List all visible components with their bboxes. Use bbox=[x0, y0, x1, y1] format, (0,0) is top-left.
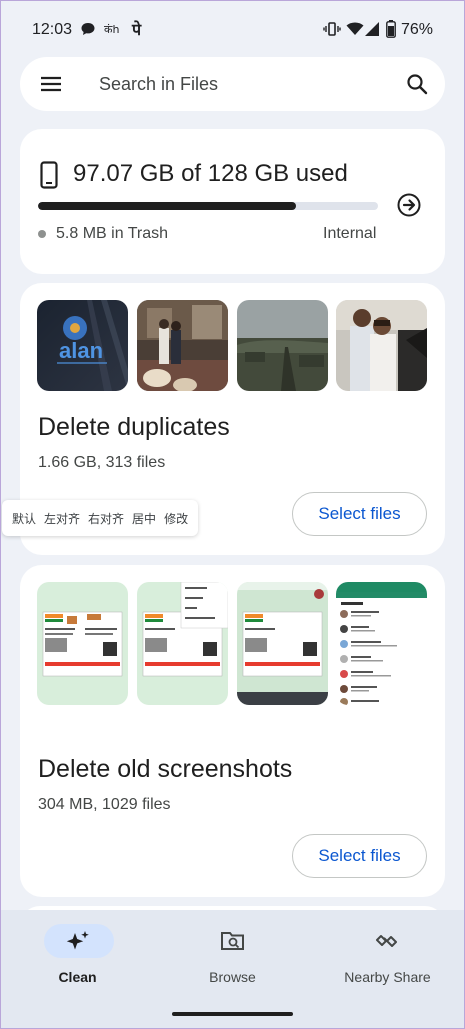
popup-option-edit[interactable]: 修改 bbox=[164, 510, 188, 527]
vibrate-icon bbox=[323, 20, 341, 38]
hindi-char-icon: पे bbox=[132, 20, 142, 39]
duplicates-title: Delete duplicates bbox=[38, 413, 230, 441]
phone-storage-icon bbox=[40, 161, 58, 194]
text-align-popup: 默认 左对齐 右对齐 居中 修改 bbox=[2, 500, 198, 536]
storage-card[interactable]: 97.07 GB of 128 GB used 5.8 MB in Trash … bbox=[20, 129, 445, 274]
thumbnail-alan-logo[interactable]: alan bbox=[37, 300, 128, 391]
thumbnail-couple-portrait[interactable] bbox=[336, 300, 427, 391]
thumbnail-document-menu-screenshot[interactable] bbox=[137, 582, 228, 705]
sparkle-icon bbox=[0, 930, 155, 952]
popup-option-default[interactable]: 默认 bbox=[12, 510, 36, 527]
screenshots-title: Delete old screenshots bbox=[38, 755, 293, 783]
thumbnail-landscape-road[interactable] bbox=[237, 300, 328, 391]
trash-size-text: 5.8 MB in Trash bbox=[56, 225, 169, 242]
status-bar: 12:03 कंh पे 76% bbox=[0, 0, 465, 60]
storage-progress-bar bbox=[38, 202, 378, 210]
nav-browse[interactable]: Browse bbox=[155, 910, 310, 1010]
thumbnail-whatsapp-archived-screenshot[interactable] bbox=[336, 582, 427, 705]
popup-option-center[interactable]: 居中 bbox=[132, 510, 156, 527]
old-screenshots-card: Delete old screenshots 304 MB, 1029 file… bbox=[20, 565, 445, 897]
battery-icon bbox=[386, 20, 396, 38]
popup-option-align-left[interactable]: 左对齐 bbox=[44, 510, 80, 527]
nav-browse-label: Browse bbox=[209, 969, 256, 985]
nav-clean[interactable]: Clean bbox=[0, 910, 155, 1010]
search-bar[interactable]: Search in Files bbox=[20, 57, 445, 111]
popup-option-align-right[interactable]: 右对齐 bbox=[88, 510, 124, 527]
search-icon[interactable] bbox=[406, 73, 428, 100]
screenshots-subtitle: 304 MB, 1029 files bbox=[38, 796, 171, 813]
select-screenshots-button[interactable]: Select files bbox=[292, 834, 427, 878]
storage-progress-fill bbox=[38, 202, 296, 210]
battery-percent: 76% bbox=[401, 21, 434, 38]
duplicates-thumbnails: alan bbox=[37, 300, 429, 391]
nav-nearby-share[interactable]: Nearby Share bbox=[310, 910, 465, 1010]
menu-icon[interactable] bbox=[40, 73, 62, 95]
trash-dot bbox=[38, 230, 46, 238]
status-time: 12:03 bbox=[32, 21, 73, 38]
signal-icon bbox=[364, 20, 380, 38]
hindi-keyboard-icon: कंh bbox=[104, 22, 120, 36]
wifi-icon bbox=[346, 20, 364, 38]
nav-clean-label: Clean bbox=[58, 969, 97, 985]
browse-folder-icon bbox=[155, 930, 310, 952]
thumbnail-couple-event[interactable] bbox=[137, 300, 228, 391]
arrow-forward-icon[interactable] bbox=[397, 193, 421, 222]
search-input[interactable]: Search in Files bbox=[99, 74, 218, 95]
storage-location: Internal bbox=[323, 225, 377, 242]
nearby-share-icon bbox=[310, 930, 465, 952]
thumbnail-document-viewer-screenshot[interactable] bbox=[237, 582, 328, 705]
gesture-handle bbox=[172, 1012, 293, 1016]
chat-bubble-icon bbox=[80, 20, 96, 38]
storage-used-text: 97.07 GB of 128 GB used bbox=[73, 160, 348, 187]
screenshots-thumbnails bbox=[37, 582, 429, 705]
select-duplicates-button[interactable]: Select files bbox=[292, 492, 427, 536]
thumbnail-document-screenshot[interactable] bbox=[37, 582, 128, 705]
duplicates-subtitle: 1.66 GB, 313 files bbox=[38, 454, 166, 471]
svg-text:alan: alan bbox=[59, 338, 103, 363]
nav-nearby-share-label: Nearby Share bbox=[344, 969, 431, 985]
